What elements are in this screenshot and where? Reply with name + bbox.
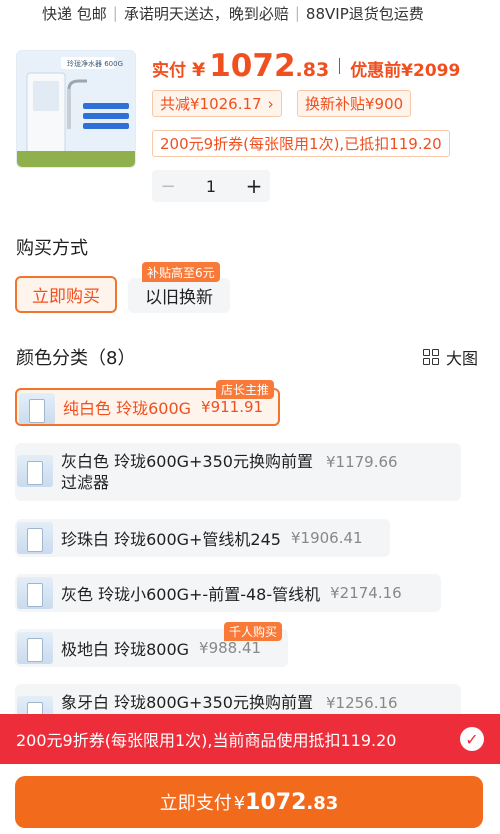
pay-now-button[interactable]: 立即支付 ¥ 1072 .83 — [15, 776, 483, 828]
subsidy-chip: 换新补贴¥900 — [297, 90, 412, 117]
variant-thumbnail — [17, 455, 53, 487]
actual-price-label: 实付 — [152, 61, 186, 81]
service-delivery-promise: 承诺明天送达，晚到必赔 — [123, 4, 289, 23]
pay-amount-integer: 1072 — [245, 790, 307, 815]
grid-icon — [422, 349, 439, 365]
service-strip: 快递 包邮 | 承诺明天送达，晚到必赔 | 88VIP退货包运费 — [0, 0, 500, 26]
actual-price-integer: 1072 — [209, 48, 296, 84]
variant-name: 灰色 玲珑小600G+-前置-48-管线机 — [61, 585, 321, 604]
variant-option-2[interactable]: 灰白色 玲珑600G+350元换购前置过滤器 ¥1179.66 — [15, 443, 461, 501]
variant-name: 纯白色 玲珑600G — [63, 399, 192, 418]
variant-price: ¥1179.66 — [326, 453, 398, 471]
subsidy-text: 换新补贴¥900 — [305, 95, 404, 113]
big-view-label: 大图 — [445, 349, 478, 368]
variant-price: ¥2174.16 — [330, 584, 402, 602]
decrease-quantity-button[interactable]: − — [152, 176, 184, 197]
coupon-bar-text: 200元9折券(每张限用1次),当前商品使用抵扣119.20 — [16, 731, 397, 750]
variant-tag-recommended: 店长主推 — [216, 380, 275, 399]
variant-price: ¥1256.16 — [326, 694, 398, 712]
actual-price-row: 实付 ¥ 1072 .83 优惠前¥2099 — [152, 48, 460, 84]
pre-discount-price: 优惠前¥2099 — [350, 61, 461, 81]
quantity-stepper[interactable]: − 1 + — [152, 170, 270, 202]
variant-name: 灰白色 玲珑600G+350元换购前置过滤器 — [61, 452, 313, 492]
service-free-shipping: 快递 包邮 — [42, 4, 107, 23]
divider: | — [112, 4, 118, 22]
service-return-shipping: 88VIP退货包运费 — [305, 4, 424, 23]
total-reduction-chip[interactable]: 共减¥1026.17 › — [152, 90, 282, 117]
trade-in-option[interactable]: 以旧换新 — [128, 278, 230, 313]
increase-quantity-button[interactable]: + — [238, 174, 270, 198]
pay-now-label: 立即支付 — [159, 793, 232, 814]
variant-thumbnail — [19, 393, 55, 424]
variant-option-4[interactable]: 灰色 玲珑小600G+-前置-48-管线机 ¥2174.16 — [15, 574, 441, 612]
thumb-label: 玲珑净水器 600G — [67, 59, 123, 68]
check-icon[interactable]: ✓ — [460, 727, 484, 751]
variant-thumbnail — [17, 577, 53, 609]
actual-price-decimal: .83 — [295, 59, 330, 81]
variant-price: ¥1906.41 — [290, 529, 363, 547]
variant-thumbnail — [17, 522, 53, 554]
chevron-right-icon: › — [267, 94, 274, 113]
pay-amount-decimal: .83 — [306, 793, 339, 814]
divider: | — [294, 4, 300, 22]
variant-name: 极地白 玲珑800G — [61, 640, 190, 659]
trade-in-subsidy-badge: 补贴高至6元 — [142, 262, 220, 282]
divider — [339, 58, 341, 74]
product-image[interactable]: 玲珑净水器 600G — [16, 50, 136, 168]
currency-symbol: ¥ — [192, 59, 206, 81]
coupon-bar[interactable]: 200元9折券(每张限用1次),当前商品使用抵扣119.20 ✓ — [0, 714, 500, 764]
coupon-applied-text: 200元9折券(每张限用1次),已抵扣119.20 — [160, 135, 442, 153]
water-purifier-illustration: 玲珑净水器 600G — [17, 51, 135, 167]
variant-thumbnail — [17, 632, 53, 664]
purchase-method-title: 购买方式 — [16, 238, 88, 259]
variant-tag-popular: 千人购买 — [224, 622, 283, 641]
big-view-toggle[interactable]: 大图 — [422, 345, 478, 369]
quantity-value[interactable]: 1 — [184, 177, 238, 196]
coupon-applied-chip: 200元9折券(每张限用1次),已抵扣119.20 — [152, 130, 450, 157]
buy-now-option[interactable]: 立即购买 — [15, 276, 117, 313]
variant-option-3[interactable]: 珍珠白 玲珑600G+管线机245 ¥1906.41 — [15, 519, 390, 557]
total-reduction-text: 共减¥1026.17 — [160, 95, 262, 113]
variant-price: ¥988.41 — [199, 639, 262, 657]
variant-price: ¥911.91 — [201, 398, 264, 416]
variant-name: 珍珠白 玲珑600G+管线机245 — [61, 530, 281, 549]
color-section-title: 颜色分类（8） — [16, 348, 136, 369]
pay-currency: ¥ — [233, 793, 246, 814]
